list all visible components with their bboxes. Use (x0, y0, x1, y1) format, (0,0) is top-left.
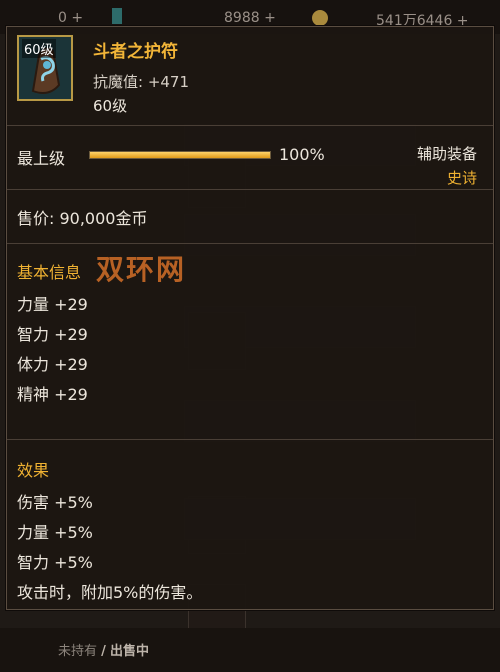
basic-stat: 体力 +29 (17, 355, 88, 374)
gold-count: 8988 + (224, 10, 276, 26)
divider (7, 189, 493, 190)
upgrade-progress-bar (89, 151, 271, 159)
effect-item: 力量 +5% (17, 523, 93, 542)
upgrade-label: 最上级 (17, 149, 66, 168)
item-main-stat: 抗魔值: +471 (93, 73, 190, 91)
effect-item: 智力 +5% (17, 553, 93, 572)
coin-icon (312, 10, 328, 26)
basic-stat: 力量 +29 (17, 295, 88, 314)
icon-level-badge: 60级 (22, 39, 56, 58)
ownership-status: 未持有 / 出售中 (58, 640, 149, 659)
sell-price: 售价: 90,000金币 (17, 209, 148, 228)
effect-item: 伤害 +5% (17, 493, 93, 512)
basic-stat: 精神 +29 (17, 385, 88, 404)
gem-icon (112, 8, 122, 24)
divider (7, 125, 493, 126)
watermark: 双环网 (96, 253, 187, 286)
divider (7, 439, 493, 440)
item-type: 辅助装备 (416, 145, 477, 163)
currency-count-a: 0 + (58, 10, 84, 26)
basic-stat: 智力 +29 (17, 325, 88, 344)
upgrade-progress-fill (90, 152, 270, 158)
not-owned-label: 未持有 (58, 644, 98, 659)
divider (7, 243, 493, 244)
basic-info-header: 基本信息 (17, 263, 82, 282)
effect-description: 攻击时，附加5%的伤害。 (17, 583, 203, 602)
separator: / (101, 644, 106, 659)
item-tooltip: 60级 斗者之护符 抗魔值: +471 60级 最上级 100% 辅助装备 史诗… (6, 26, 494, 610)
on-sale-label: 出售中 (110, 644, 150, 659)
item-name: 斗者之护符 (93, 42, 178, 62)
upgrade-percent: 100% (279, 145, 325, 164)
item-level: 60级 (93, 97, 128, 115)
effects-header: 效果 (17, 461, 50, 480)
rarity-label: 史诗 (446, 169, 477, 187)
amulet-icon: 60级 (17, 35, 73, 101)
